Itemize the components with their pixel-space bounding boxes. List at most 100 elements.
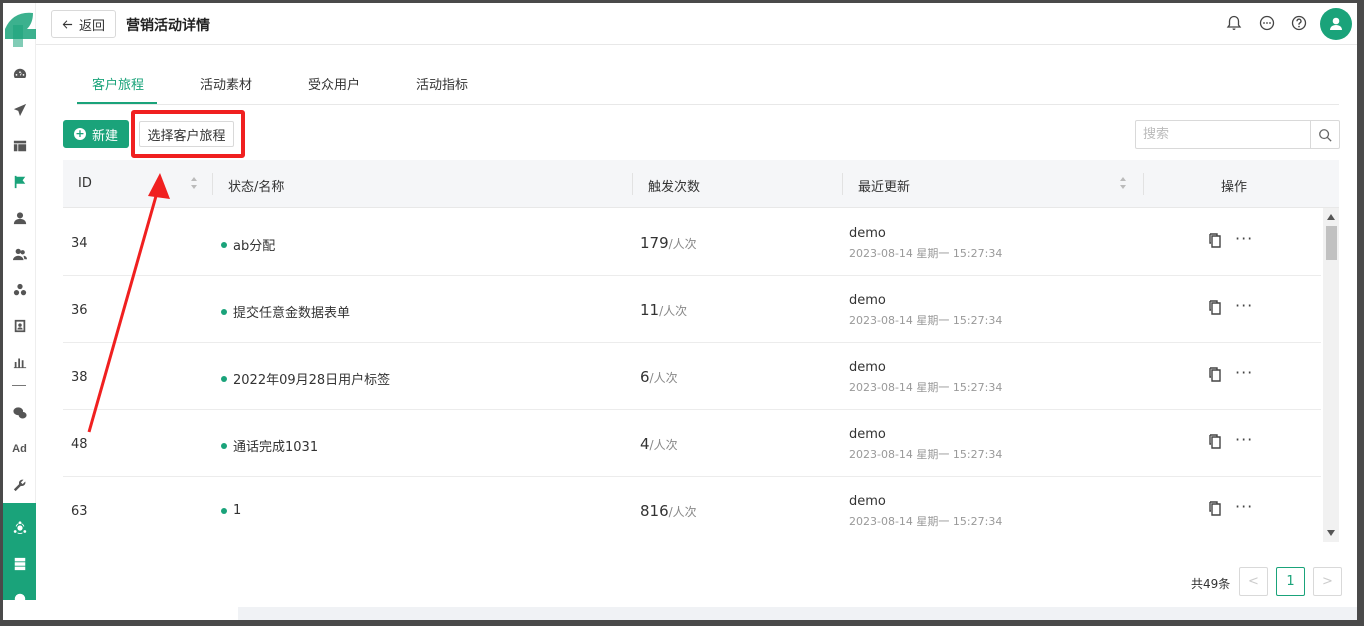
row-name-text: 通话完成1031	[233, 440, 319, 455]
row-updated-time: 2023-08-14 星期一 15:27:34	[849, 247, 1003, 260]
more-icon[interactable]: ···	[1235, 430, 1253, 449]
row-name-text: 提交任意金数据表单	[233, 306, 351, 321]
new-button-label: 新建	[91, 128, 118, 144]
column-header-name: 状态/名称	[228, 180, 285, 195]
search-button[interactable]	[1310, 121, 1339, 148]
status-dot	[221, 241, 227, 248]
users-icon[interactable]	[3, 242, 36, 266]
count-value: 179	[640, 234, 669, 252]
row-updated-time: 2023-08-14 星期一 15:27:34	[849, 515, 1003, 528]
sort-icon[interactable]	[1119, 176, 1127, 190]
column-header-actions: 操作	[1221, 180, 1248, 195]
prev-page-button[interactable]: <	[1239, 567, 1268, 596]
scroll-down-arrow-icon[interactable]	[1323, 526, 1339, 540]
new-button[interactable]: + 新建	[63, 120, 129, 148]
contact-card-icon[interactable]	[3, 314, 36, 338]
wechat-icon[interactable]	[3, 401, 36, 425]
column-header-updated[interactable]: 最近更新	[858, 176, 910, 195]
more-icon[interactable]: ···	[1235, 296, 1253, 315]
copy-icon[interactable]	[1209, 367, 1223, 383]
table-row[interactable]: 36 提交任意金数据表单 11/人次 demo 2023-08-14 星期一 1…	[63, 276, 1321, 343]
column-header-count: 触发次数	[648, 180, 701, 195]
row-name[interactable]: 1	[221, 503, 241, 518]
send-icon[interactable]	[3, 98, 36, 122]
bell-icon[interactable]	[1225, 14, 1243, 32]
status-dot	[221, 308, 227, 315]
flag-icon[interactable]	[3, 170, 36, 194]
search-input[interactable]	[1136, 121, 1310, 148]
tab-activity-metrics[interactable]: 活动指标	[416, 74, 468, 93]
status-dot	[221, 507, 227, 514]
table-scrollbar[interactable]	[1323, 208, 1339, 542]
group-icon[interactable]	[3, 278, 36, 302]
row-id: 34	[71, 236, 88, 251]
row-updated-time: 2023-08-14 星期一 15:27:34	[849, 448, 1003, 461]
scroll-up-arrow-icon[interactable]	[1323, 210, 1339, 224]
column-header-id[interactable]: ID	[78, 176, 92, 191]
tab-audience-users[interactable]: 受众用户	[308, 74, 360, 93]
row-name-text: 2022年09月28日用户标签	[233, 373, 391, 388]
row-updated-user: demo	[849, 427, 886, 442]
table-row[interactable]: 63 1 816/人次 demo 2023-08-14 星期一 15:27:34…	[63, 477, 1321, 542]
server-icon[interactable]	[3, 552, 36, 576]
sort-icon[interactable]	[190, 176, 198, 190]
app-window: Ad 返回 营销活动详情 客户旅程 活动素材 受众用户 活动指标 + 新建 选择…	[3, 3, 1357, 620]
back-button[interactable]: 返回	[51, 10, 116, 38]
row-count: 11/人次	[640, 301, 687, 319]
row-name[interactable]: 提交任意金数据表单	[221, 302, 350, 321]
back-button-label: 返回	[78, 18, 105, 34]
column-divider	[842, 173, 843, 195]
more-icon[interactable]: ···	[1235, 497, 1253, 516]
row-name[interactable]: ab分配	[221, 235, 275, 254]
logo-icon	[3, 9, 36, 49]
bottom-strip	[3, 600, 238, 620]
copy-icon[interactable]	[1209, 434, 1223, 450]
row-name[interactable]: 2022年09月28日用户标签	[221, 369, 390, 388]
copy-icon[interactable]	[1209, 233, 1223, 249]
tab-activity-materials[interactable]: 活动素材	[200, 74, 252, 93]
row-updated-user: demo	[849, 226, 886, 241]
help-icon[interactable]	[1290, 14, 1308, 32]
row-id: 36	[71, 303, 88, 318]
journey-icon[interactable]	[3, 516, 36, 540]
chat-icon[interactable]	[1258, 14, 1276, 32]
row-name-text: 1	[233, 503, 242, 518]
avatar[interactable]	[1320, 8, 1352, 40]
row-name[interactable]: 通话完成1031	[221, 436, 318, 455]
bottom-gray-strip	[238, 607, 1357, 620]
count-unit: /人次	[659, 304, 688, 318]
table-row[interactable]: 34 ab分配 179/人次 demo 2023-08-14 星期一 15:27…	[63, 209, 1321, 276]
sidebar-divider	[12, 385, 26, 386]
row-updated-user: demo	[849, 360, 886, 375]
column-divider	[1143, 173, 1144, 195]
wrench-icon[interactable]	[3, 473, 36, 497]
scroll-thumb[interactable]	[1326, 226, 1337, 260]
bar-chart-icon[interactable]	[3, 350, 36, 374]
journey-table: ID 状态/名称 触发次数 最近更新 操作 34 ab分配 179/人次 dem…	[63, 160, 1339, 542]
more-icon[interactable]: ···	[1235, 363, 1253, 382]
table-row[interactable]: 38 2022年09月28日用户标签 6/人次 demo 2023-08-14 …	[63, 343, 1321, 410]
row-id: 38	[71, 370, 88, 385]
ad-icon[interactable]: Ad	[3, 437, 36, 461]
page-number-button[interactable]: 1	[1276, 567, 1305, 596]
sidebar: Ad	[3, 3, 36, 620]
status-dot	[221, 375, 227, 382]
layout-icon[interactable]	[3, 134, 36, 158]
row-id: 63	[71, 504, 88, 519]
copy-icon[interactable]	[1209, 300, 1223, 316]
row-id: 48	[71, 437, 88, 452]
dashboard-icon[interactable]	[3, 62, 36, 86]
count-unit: /人次	[668, 237, 697, 251]
row-name-text: ab分配	[233, 239, 276, 254]
plus-circle-icon: +	[73, 127, 86, 140]
user-icon[interactable]	[3, 206, 36, 230]
page-title: 营销活动详情	[126, 18, 210, 34]
tab-customer-journey[interactable]: 客户旅程	[92, 74, 144, 93]
search-box	[1135, 120, 1340, 149]
more-icon[interactable]: ···	[1235, 229, 1253, 248]
copy-icon[interactable]	[1209, 501, 1223, 517]
main-content: 客户旅程 活动素材 受众用户 活动指标 + 新建 选择客户旅程 ID	[36, 45, 1357, 607]
column-divider	[212, 173, 213, 195]
next-page-button[interactable]: >	[1313, 567, 1342, 596]
table-row[interactable]: 48 通话完成1031 4/人次 demo 2023-08-14 星期一 15:…	[63, 410, 1321, 477]
